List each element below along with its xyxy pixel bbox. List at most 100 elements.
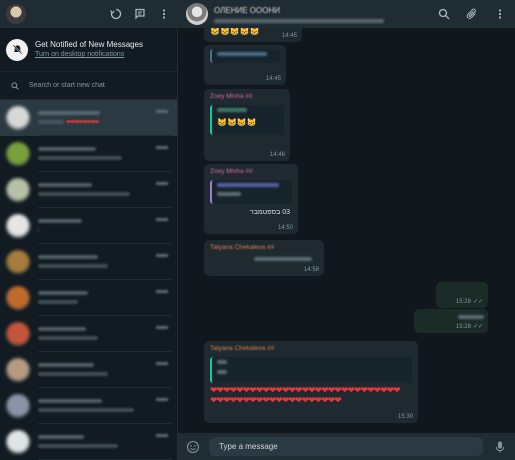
search-box[interactable] [6,76,171,95]
contact-avatar[interactable] [186,3,208,25]
chat-avatar [6,178,30,202]
chat-avatar [6,322,30,346]
chat-list-item[interactable] [0,172,177,208]
chat-title [38,399,102,403]
search-input[interactable] [29,82,159,89]
chat-list-item[interactable] [0,244,177,280]
chat-title [38,183,92,187]
message-composer [178,433,515,460]
sidebar-header-icons [109,7,171,21]
chat-preview [38,424,172,460]
message-bubble[interactable]: Zoey Misha ## 03 בספטמבר 14:50 [204,164,298,234]
chat-list-item[interactable] [0,136,177,172]
quoted-message [210,49,280,63]
message-sender: Tatyana Chekaleva ## [210,345,275,352]
chat-last-message [38,192,130,196]
conversation-panel: ОЛЕНИЕ ОООНИ 😸😸😸😸😸 14:45 14:45 Zoey Mish… [178,0,515,460]
chat-time [156,110,168,113]
message-bubble-outgoing[interactable]: 15:28 ✓✓ [436,282,488,308]
chat-last-message [38,264,108,268]
message-bubble[interactable]: Tatyana Chekaleva ## ❤❤❤❤❤❤❤❤❤❤❤❤❤❤❤❤❤❤❤… [204,341,418,423]
message-bubble-outgoing[interactable]: 15:28 ✓✓ [414,309,488,333]
attach-icon[interactable] [465,7,479,21]
chat-avatar [6,214,30,238]
chat-list-item[interactable] [0,352,177,388]
sidebar-header [0,0,177,28]
chat-title [38,327,86,331]
chat-title [38,255,98,259]
quoted-message: 😸😸😸😸 [210,105,284,135]
chat-title [38,435,84,439]
chat-avatar [6,358,30,382]
message-area[interactable]: 😸😸😸😸😸 14:45 14:45 Zoey Misha ## 😸😸😸😸 14:… [178,27,515,433]
chat-preview [38,316,172,352]
chat-last-message [38,120,64,124]
read-tick-icon: ✓✓ [472,299,483,305]
chat-time [156,362,168,365]
message-text: 03 בספטמבר [249,209,290,216]
conversation-header[interactable]: ОЛЕНИЕ ОООНИ [178,0,515,28]
search-icon [11,81,19,90]
message-bubble[interactable]: 14:45 [204,45,286,85]
chat-list-item[interactable] [0,208,177,244]
chat-hearts: ❤❤❤❤❤❤❤❤ [66,120,99,126]
my-avatar[interactable] [6,4,26,24]
search-bar [0,72,177,100]
message-time: 14:50 [277,225,293,231]
sidebar: Get Notified of New Messages Turn on des… [0,0,178,460]
chat-avatar [6,250,30,274]
message-time: 15:28 [455,323,471,330]
chat-list-item[interactable]: ❤❤❤❤❤❤❤❤ [0,100,177,136]
menu-icon[interactable] [493,7,507,21]
message-sender: Zoey Misha ## [210,168,253,175]
chat-time [156,434,168,437]
message-bubble[interactable]: Zoey Misha ## 😸😸😸😸 14:46 [204,89,290,161]
chat-list-item[interactable] [0,316,177,352]
chat-avatar [6,106,30,130]
message-bubble[interactable]: Tatyana Chekaleva ## 14:58 [204,240,324,276]
chat-last-message [38,300,78,304]
chat-title [38,363,94,367]
message-sender: Tatyana Chekaleva ## [210,244,275,251]
quoted-emoji: 😸😸😸😸 [217,118,257,127]
microphone-icon[interactable] [493,440,507,454]
notification-banner[interactable]: Get Notified of New Messages Turn on des… [0,28,177,72]
chat-preview: ❤❤❤❤❤❤❤❤ [38,100,172,136]
read-tick-icon: ✓✓ [472,324,483,330]
chat-preview [38,352,172,388]
chat-avatar [6,430,30,454]
message-hearts: ❤❤❤❤❤❤❤❤❤❤❤❤❤❤❤❤❤❤❤❤❤❤❤❤❤❤❤❤❤❤❤❤❤❤❤❤❤❤❤❤… [210,385,401,405]
emoji-icon[interactable] [186,440,200,454]
chat-title [38,219,82,223]
message-time: 14:45 [265,76,281,82]
menu-icon[interactable] [157,7,171,21]
chat-title [38,111,100,115]
chat-preview [38,172,172,208]
chat-last-message [38,408,134,412]
chat-list-item[interactable] [0,424,177,460]
chat-time [156,326,168,329]
chat-preview [38,136,172,172]
chat-list-item[interactable] [0,388,177,424]
search-icon[interactable] [437,7,451,21]
contact-name[interactable]: ОЛЕНИЕ ОООНИ [214,6,384,16]
chat-last-message [38,336,98,340]
chat-time [156,290,168,293]
chat-time [156,218,168,221]
notification-title: Get Notified of New Messages [35,40,144,49]
chat-list-item[interactable] [0,280,177,316]
new-chat-icon[interactable] [133,7,147,21]
status-icon[interactable] [109,7,123,21]
chat-last-message [38,156,122,160]
chat-list: ❤❤❤❤❤❤❤❤ [0,100,177,460]
message-time: 14:46 [269,152,285,158]
message-input[interactable] [209,437,483,456]
chat-preview [38,280,172,316]
notification-link[interactable]: Turn on desktop notifications [35,50,143,60]
message-time: 14:58 [303,267,319,273]
chat-title [38,147,96,151]
chat-last-message [38,444,118,448]
message-bubble[interactable]: 😸😸😸😸😸 14:45 [204,27,302,42]
chat-avatar [6,142,30,166]
chat-last-message [38,228,39,232]
